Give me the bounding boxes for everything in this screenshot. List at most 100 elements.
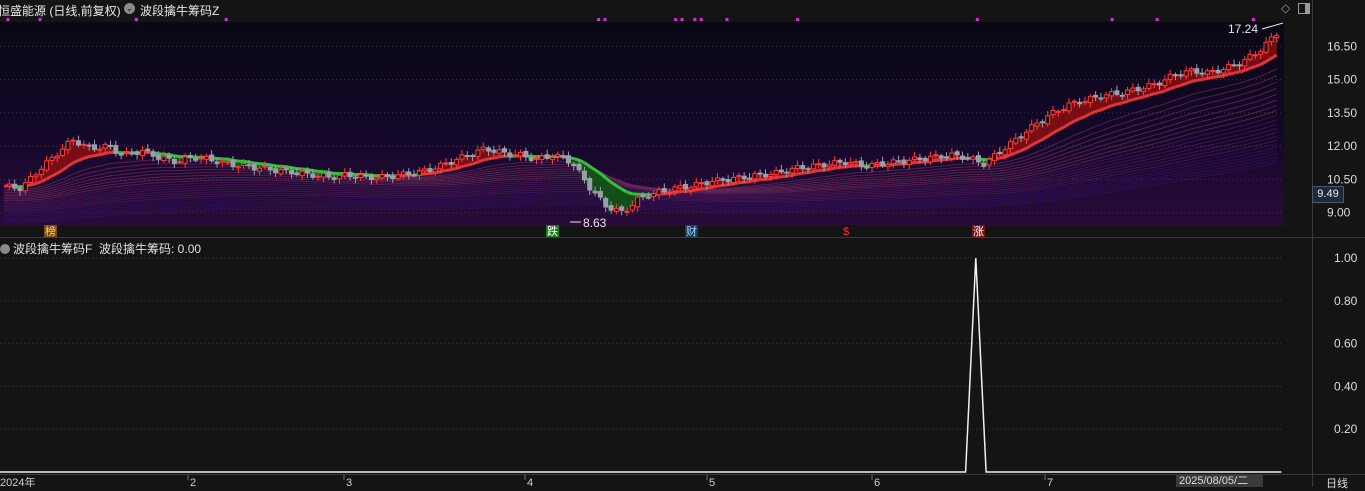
- candle-body: [140, 150, 144, 155]
- trend-line-segment: [845, 166, 850, 167]
- signal-marker: [674, 18, 677, 21]
- candle-body: [737, 176, 741, 177]
- candle-body: [1136, 87, 1140, 90]
- candle-body: [1008, 142, 1012, 149]
- candle-body: [337, 175, 341, 178]
- candle-body: [258, 168, 262, 171]
- candle-body: [359, 175, 363, 178]
- time-axis: [0, 474, 1365, 488]
- candle-body: [1035, 123, 1039, 126]
- candle-body: [572, 164, 576, 165]
- candle-body: [295, 173, 299, 175]
- candle-body: [657, 190, 661, 195]
- candle-body: [976, 156, 980, 162]
- candle-body: [774, 170, 778, 174]
- trend-line-segment: [1176, 85, 1181, 86]
- candle-body: [316, 176, 320, 177]
- trend-line-segment: [1101, 108, 1106, 110]
- candle-body: [1259, 52, 1263, 55]
- candle-body: [705, 182, 709, 185]
- trend-line-segment: [1186, 81, 1191, 83]
- candle-body: [593, 191, 597, 193]
- price-tick-label: 16.50: [1327, 39, 1357, 53]
- sub-indicator-title[interactable]: 波段擒牛筹码F: [13, 242, 92, 256]
- trend-line-segment: [164, 154, 169, 155]
- candle-body: [1104, 95, 1108, 98]
- trend-line-segment: [771, 178, 776, 179]
- trend-line-segment: [1245, 68, 1250, 70]
- candle-body: [77, 141, 81, 145]
- trend-line-segment: [270, 165, 275, 166]
- candle-body: [945, 157, 949, 158]
- candle-body: [39, 170, 43, 175]
- candle-body: [396, 175, 400, 179]
- trend-line-segment: [776, 177, 781, 178]
- candle-body: [1227, 65, 1231, 70]
- signal-marker: [700, 18, 703, 21]
- candle-body: [769, 174, 773, 176]
- trend-line-segment: [1207, 77, 1212, 78]
- candle-body: [162, 157, 166, 161]
- candle-body: [103, 144, 107, 148]
- trend-line-segment: [1191, 80, 1196, 81]
- candle-body: [689, 188, 693, 190]
- event-marker[interactable]: 榜: [45, 224, 56, 238]
- candle-body: [385, 175, 389, 176]
- indicator-tick-label: 0.20: [1334, 422, 1358, 436]
- event-marker[interactable]: 财: [686, 224, 697, 238]
- chart-canvas[interactable]: 16.5015.0013.5012.0010.509.0017.248.63 榜…: [0, 0, 1365, 487]
- candle-body: [955, 152, 959, 155]
- candle-body: [29, 176, 33, 182]
- candle-body: [1158, 83, 1162, 85]
- indicator-tick-label: 0.80: [1334, 294, 1358, 308]
- candle-body: [481, 147, 485, 149]
- signal-marker: [597, 18, 600, 21]
- sub-indicator-toggle-icon[interactable]: [0, 244, 10, 254]
- pane-separator[interactable]: [0, 237, 1365, 238]
- candle-body: [1195, 69, 1199, 73]
- candle-body: [556, 154, 560, 156]
- event-marker[interactable]: 跌: [547, 224, 558, 238]
- candle-body: [417, 170, 421, 175]
- candle-body: [801, 166, 805, 169]
- candle-body: [748, 178, 752, 179]
- trend-line-segment: [1117, 103, 1122, 104]
- period-button[interactable]: 日线: [1326, 475, 1348, 491]
- current-price-tag: 9.49: [1312, 186, 1344, 203]
- trend-line-segment: [813, 170, 818, 171]
- candle-body: [210, 155, 214, 161]
- candle-body: [1024, 132, 1028, 139]
- candle-body: [684, 184, 688, 188]
- candle-body: [1189, 69, 1193, 71]
- candle-body: [1078, 102, 1082, 103]
- high-price-label: 17.24: [1228, 22, 1258, 36]
- candle-body: [865, 167, 869, 168]
- trend-line-segment: [750, 181, 755, 182]
- indicator-tick-label: 0.40: [1334, 379, 1358, 393]
- price-tick-label: 13.50: [1327, 106, 1357, 120]
- candle-body: [109, 145, 113, 146]
- trend-line-segment: [441, 171, 446, 172]
- candle-body: [1179, 75, 1183, 76]
- trend-line-segment: [1239, 70, 1244, 72]
- candle-body: [987, 159, 991, 165]
- trend-line-segment: [489, 158, 494, 159]
- candle-body: [407, 172, 411, 175]
- candle-body: [939, 156, 943, 158]
- trend-line-segment: [1255, 65, 1260, 67]
- candle-body: [859, 161, 863, 166]
- trend-line-segment: [324, 172, 329, 173]
- candle-body: [1275, 35, 1279, 37]
- candle-body: [785, 172, 789, 173]
- trend-line-segment: [947, 159, 952, 160]
- candle-body: [1014, 138, 1018, 143]
- candle-body: [263, 166, 267, 167]
- candle-body: [465, 155, 469, 156]
- candle-body: [71, 140, 75, 141]
- candle-body: [455, 160, 459, 165]
- trend-line-segment: [1154, 93, 1159, 94]
- candle-body: [726, 180, 730, 182]
- candle-body: [50, 157, 54, 160]
- candle-body: [966, 158, 970, 159]
- candle-body: [1184, 71, 1188, 76]
